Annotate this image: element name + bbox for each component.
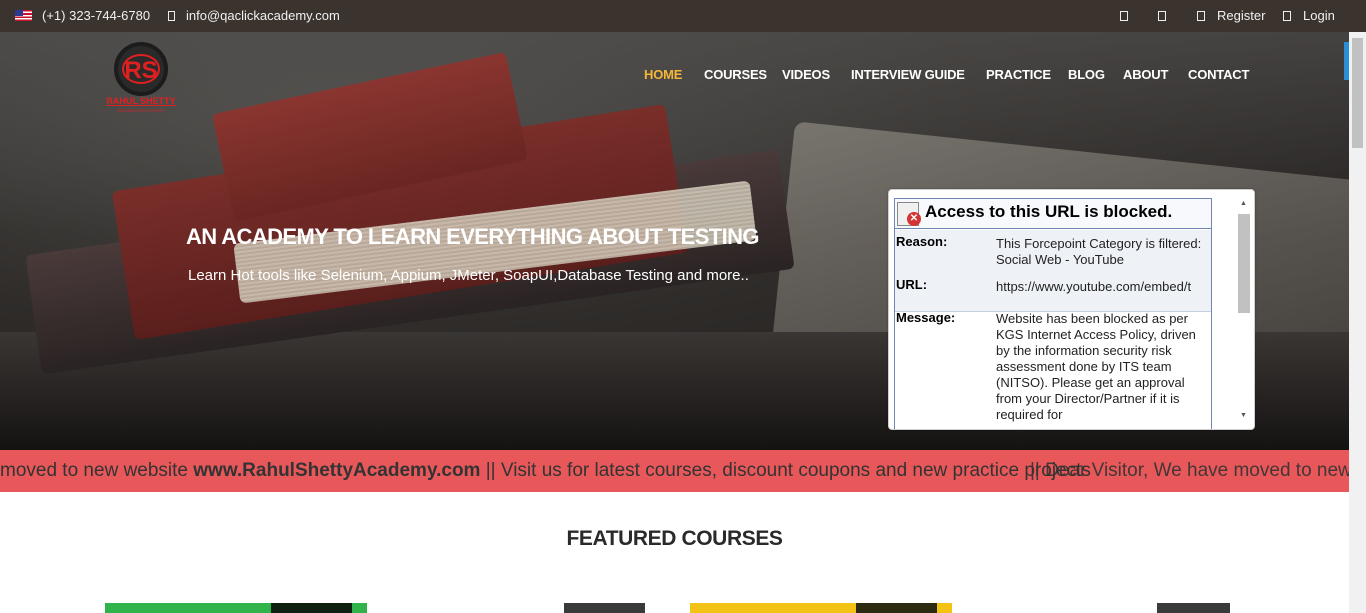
course-thumbnail[interactable]	[856, 603, 937, 613]
site-logo[interactable]: RS RAHUL SHETTY BECOME TEST EXPERT	[104, 42, 178, 114]
logo-name: RAHUL SHETTY	[106, 96, 176, 106]
nav-interview-guide[interactable]: INTERVIEW GUIDE	[851, 67, 965, 82]
message-label: Message:	[896, 310, 956, 325]
course-thumbnail[interactable]	[271, 603, 352, 613]
url-value: https://www.youtube.com/embed/t	[996, 279, 1192, 294]
marquee-text-end: || Visit us for latest courses, discount…	[480, 460, 1091, 481]
top-bar: (+1) 323-744-6780 info@qaclickacademy.co…	[0, 0, 1366, 32]
course-thumbnail[interactable]	[1157, 603, 1230, 613]
us-flag-icon	[15, 10, 32, 21]
nav-courses[interactable]: COURSES	[704, 67, 767, 82]
course-thumbnail[interactable]	[937, 603, 952, 613]
blocked-title: Access to this URL is blocked.	[925, 202, 1173, 221]
announcement-marquee: moved to new website www.RahulShettyAcad…	[0, 450, 1349, 492]
social-icon[interactable]	[1120, 11, 1128, 21]
email-address[interactable]: info@qaclickacademy.com	[186, 8, 340, 23]
url-label: URL:	[896, 277, 928, 292]
scroll-up-icon[interactable]: ▲	[1240, 200, 1247, 207]
reason-label: Reason:	[896, 234, 948, 249]
lock-icon	[1283, 11, 1291, 21]
envelope-icon	[168, 11, 175, 21]
course-thumbnail[interactable]	[564, 603, 645, 613]
nav-blog[interactable]: BLOG	[1068, 67, 1105, 82]
logo-initials: RS	[122, 54, 160, 84]
phone-number: (+1) 323-744-6780	[42, 8, 151, 23]
scroll-down-icon[interactable]: ▼	[1240, 412, 1247, 419]
course-thumbnail[interactable]	[352, 603, 367, 613]
nav-contact[interactable]: CONTACT	[1188, 67, 1249, 82]
hero-title: AN ACADEMY TO LEARN EVERYTHING ABOUT TES…	[186, 224, 760, 249]
nav-videos[interactable]: VIDEOS	[782, 67, 830, 82]
social-icon[interactable]	[1158, 11, 1166, 21]
reason-value: This Forcepoint Category is filtered: So…	[996, 236, 1202, 267]
nav-home[interactable]: HOME	[644, 67, 682, 82]
user-icon	[1197, 11, 1205, 21]
marquee-text-start: moved to new website	[0, 460, 194, 481]
page-scroll-thumb[interactable]	[1352, 38, 1363, 148]
blocked-icon	[897, 202, 921, 226]
login-link[interactable]: Login	[1303, 8, 1335, 23]
nav-practice[interactable]: PRACTICE	[986, 67, 1051, 82]
marquee-overlap-text: || Dear Visitor, We have moved to new	[1030, 460, 1349, 481]
hero-subtitle: Learn Hot tools like Selenium, Appium, J…	[188, 267, 749, 284]
marquee-link[interactable]: www.RahulShettyAcademy.com	[193, 460, 480, 481]
frame-scrollbar[interactable]: ▲ ▼	[1236, 198, 1251, 426]
page-scrollbar[interactable]	[1349, 32, 1366, 613]
register-link[interactable]: Register	[1217, 8, 1265, 23]
blocked-url-frame: Access to this URL is blocked. Reason: T…	[888, 189, 1255, 430]
message-value: Website has been blocked as per KGS Inte…	[996, 311, 1196, 422]
course-thumbnail[interactable]	[690, 603, 856, 613]
logo-tagline: BECOME TEST EXPERT	[118, 108, 164, 113]
course-thumbnail[interactable]	[105, 603, 271, 613]
featured-courses-heading: FEATURED COURSES	[566, 527, 783, 550]
nav-about[interactable]: ABOUT	[1123, 67, 1168, 82]
frame-scroll-thumb[interactable]	[1238, 214, 1250, 313]
